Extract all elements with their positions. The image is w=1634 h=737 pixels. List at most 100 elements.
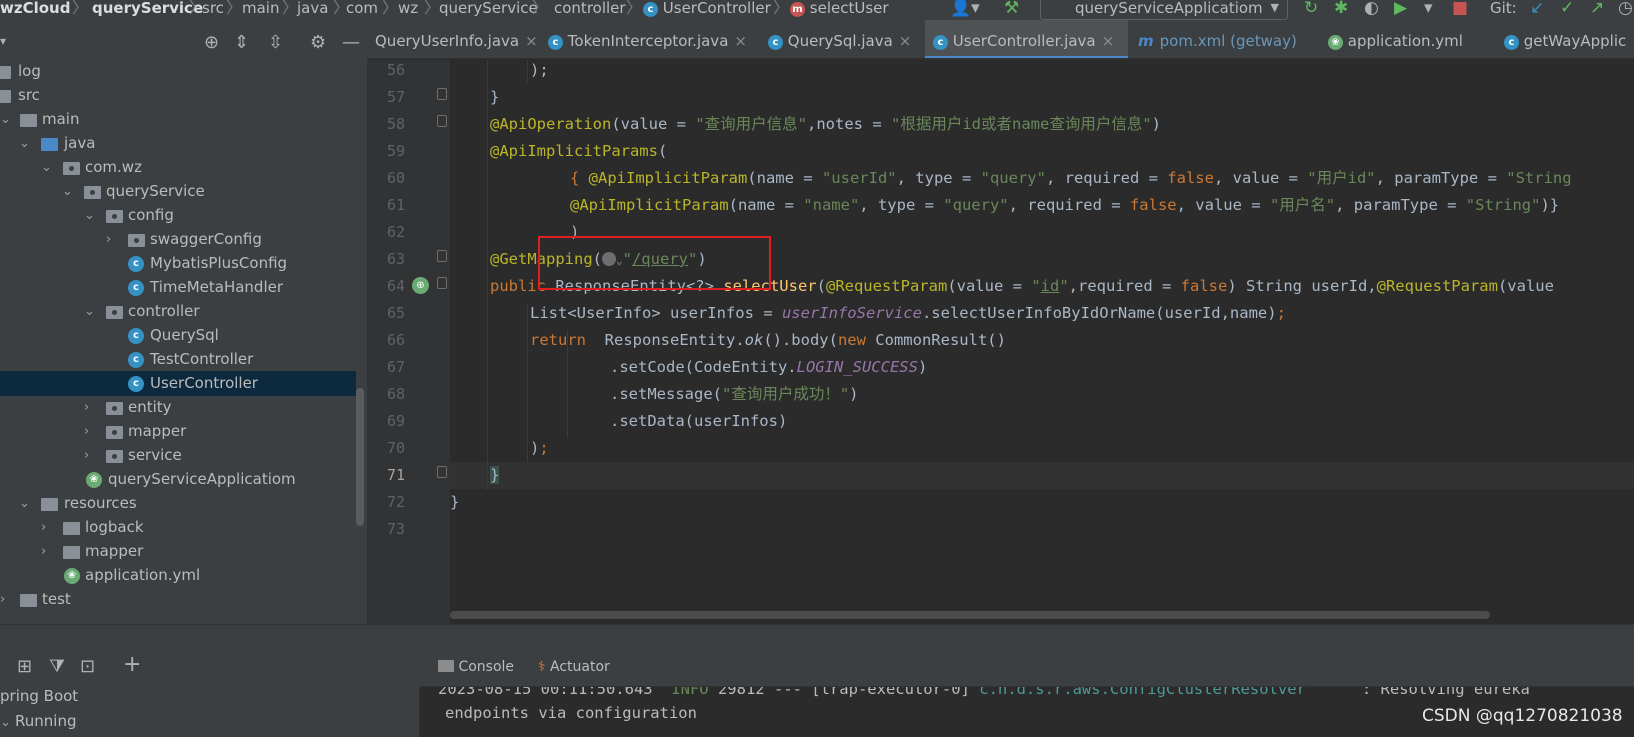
breadcrumb-com[interactable]: com: [346, 0, 378, 18]
chevron-right-icon[interactable]: ›: [84, 395, 89, 420]
chevron-down-icon[interactable]: ⌄: [0, 715, 15, 730]
rerun-icon[interactable]: ↻: [1304, 0, 1318, 17]
tree-item-swaggerconfig[interactable]: › swaggerConfig: [0, 227, 356, 252]
tab-application-yml[interactable]: ❀ application.yml: [1328, 20, 1498, 58]
project-scrollbar[interactable]: [356, 388, 364, 526]
tree-item-timemetahandler[interactable]: c TimeMetaHandler: [0, 275, 356, 300]
tree-item-src[interactable]: src: [0, 83, 356, 108]
tab-queryuserinfo[interactable]: QueryUserInfo.java ×: [375, 20, 540, 58]
breadcrumb-src[interactable]: src: [202, 0, 224, 18]
debug-icon[interactable]: ✱: [1334, 0, 1348, 17]
resources-folder-icon: [41, 498, 58, 511]
breadcrumb-main[interactable]: main: [242, 0, 279, 18]
group-by-icon[interactable]: ⊞: [17, 656, 32, 677]
tree-item-logback[interactable]: › logback: [0, 515, 356, 540]
git-update-icon[interactable]: ↙: [1530, 0, 1544, 17]
breadcrumb-method[interactable]: m selectUser: [790, 0, 889, 18]
service-spring-boot[interactable]: pring Boot: [0, 684, 78, 709]
web-endpoint-gutter-icon[interactable]: ⊕: [412, 277, 429, 294]
breadcrumb-queryservice[interactable]: queryService: [439, 0, 538, 18]
coverage-icon[interactable]: ◐: [1364, 0, 1379, 17]
tree-item-testcontroller[interactable]: c TestController: [0, 347, 356, 372]
close-icon[interactable]: ×: [734, 32, 747, 50]
breadcrumb-project[interactable]: wzCloud: [0, 0, 70, 18]
tree-item-mapper-folder[interactable]: › mapper: [0, 539, 356, 564]
chevron-down-icon[interactable]: ⌄: [19, 131, 30, 156]
chevron-right-icon[interactable]: ›: [0, 587, 5, 612]
chevron-right-icon[interactable]: ›: [106, 227, 111, 252]
fold-marker-icon[interactable]: [437, 466, 447, 478]
breadcrumb-module[interactable]: queryService: [92, 0, 203, 18]
profile-icon[interactable]: ▶: [1394, 0, 1407, 17]
chevron-down-icon[interactable]: ⌄: [62, 179, 73, 204]
chevron-right-icon[interactable]: ›: [41, 539, 46, 564]
run-configuration-select[interactable]: queryServiceApplicatiom ▼: [1040, 0, 1288, 20]
tab-querysql[interactable]: c QuerySql.java ×: [768, 20, 918, 58]
tree-item-usercontroller[interactable]: c UserController: [0, 371, 356, 396]
tree-item-application-yml[interactable]: ❀ application.yml: [0, 563, 356, 588]
breadcrumb-wz[interactable]: wz: [398, 0, 418, 18]
gear-icon[interactable]: ⚙: [310, 32, 326, 53]
tree-item-mybatisplusconfig[interactable]: c MybatisPlusConfig: [0, 251, 356, 276]
user-icon[interactable]: 👤▾: [950, 0, 980, 17]
editor-horizontal-scrollbar[interactable]: [450, 611, 1490, 619]
tree-item-querysql[interactable]: c QuerySql: [0, 323, 356, 348]
chevron-right-icon[interactable]: ›: [84, 443, 89, 468]
tab-getwayapplication[interactable]: c getWayApplic: [1504, 20, 1634, 58]
tab-usercontroller[interactable]: c UserController.java ×: [925, 20, 1128, 58]
add-icon[interactable]: +: [123, 652, 141, 677]
breadcrumb-class[interactable]: c UserController: [643, 0, 771, 18]
chevron-down-icon[interactable]: ⌄: [84, 299, 95, 324]
tree-item-mapper[interactable]: › mapper: [0, 419, 356, 444]
code-line-72: }: [450, 493, 460, 511]
close-icon[interactable]: ×: [1102, 32, 1115, 50]
filter-icon[interactable]: ⧩: [49, 656, 65, 677]
git-commit-icon[interactable]: ✓: [1560, 0, 1574, 17]
tree-item-test[interactable]: › test: [0, 587, 356, 612]
service-running[interactable]: ⌄ Running: [0, 709, 77, 734]
close-icon[interactable]: ×: [899, 32, 912, 50]
chevron-right-icon[interactable]: ›: [84, 419, 89, 444]
breadcrumb-java[interactable]: java: [297, 0, 328, 18]
stop-icon[interactable]: ■: [1452, 0, 1468, 17]
more-run-icon[interactable]: ▾: [1424, 0, 1433, 17]
git-history-icon[interactable]: ◷: [1618, 0, 1633, 17]
tree-item-main[interactable]: ⌄ main: [0, 107, 356, 132]
tree-item-java[interactable]: ⌄ java: [0, 131, 356, 156]
fold-marker-icon[interactable]: [437, 115, 447, 127]
tree-item-entity[interactable]: › entity: [0, 395, 356, 420]
tree-item-service[interactable]: › service: [0, 443, 356, 468]
fold-marker-icon[interactable]: [437, 250, 447, 262]
build-hammer-icon[interactable]: ⚒: [1004, 0, 1019, 17]
tab-pom-xml[interactable]: m pom.xml (getway): [1138, 20, 1308, 58]
tree-item-controller[interactable]: ⌄ controller: [0, 299, 356, 324]
package-icon: [128, 234, 145, 247]
hide-panel-icon[interactable]: —: [342, 32, 360, 53]
tree-item-com-wz[interactable]: ⌄ com.wz: [0, 155, 356, 180]
chevron-down-icon[interactable]: ⌄: [19, 491, 30, 516]
chevron-down-icon[interactable]: ⌄: [0, 107, 11, 132]
git-push-icon[interactable]: ↗: [1590, 0, 1604, 17]
chevron-down-icon[interactable]: ⌄: [84, 203, 95, 228]
tree-item-queryserviceapplicatiom[interactable]: ❀ queryServiceApplicatiom: [0, 467, 356, 492]
close-icon[interactable]: ×: [525, 32, 538, 50]
fold-marker-icon[interactable]: [437, 277, 447, 289]
tab-tokeninterceptor[interactable]: c TokenInterceptor.java ×: [548, 20, 758, 58]
tree-item-queryservice[interactable]: ⌄ queryService: [0, 179, 356, 204]
collapse-all-icon[interactable]: ⇳: [268, 32, 283, 53]
chevron-right-icon[interactable]: ›: [41, 515, 46, 540]
locate-icon[interactable]: ⊕: [204, 32, 219, 53]
tree-item-config[interactable]: ⌄ config: [0, 203, 356, 228]
new-service-icon[interactable]: ⊡: [80, 656, 95, 677]
fold-marker-icon[interactable]: [437, 88, 447, 100]
tab-actuator[interactable]: ⚕ Actuator: [538, 644, 610, 687]
code-editor[interactable]: ); } @ApiOperation(value = "查询用户信息",note…: [450, 60, 1634, 624]
tree-item-resources[interactable]: ⌄ resources: [0, 491, 356, 516]
chevron-down-icon[interactable]: ⌄: [41, 155, 52, 180]
panel-dropdown-icon[interactable]: ▾: [0, 34, 6, 48]
editor-tab-bar: QueryUserInfo.java × c TokenInterceptor.j…: [367, 20, 1634, 59]
expand-all-icon[interactable]: ⇕: [234, 32, 249, 53]
breadcrumb-controller[interactable]: controller: [554, 0, 626, 18]
tab-console[interactable]: Console: [438, 644, 514, 687]
tree-item-log[interactable]: log: [0, 59, 356, 84]
